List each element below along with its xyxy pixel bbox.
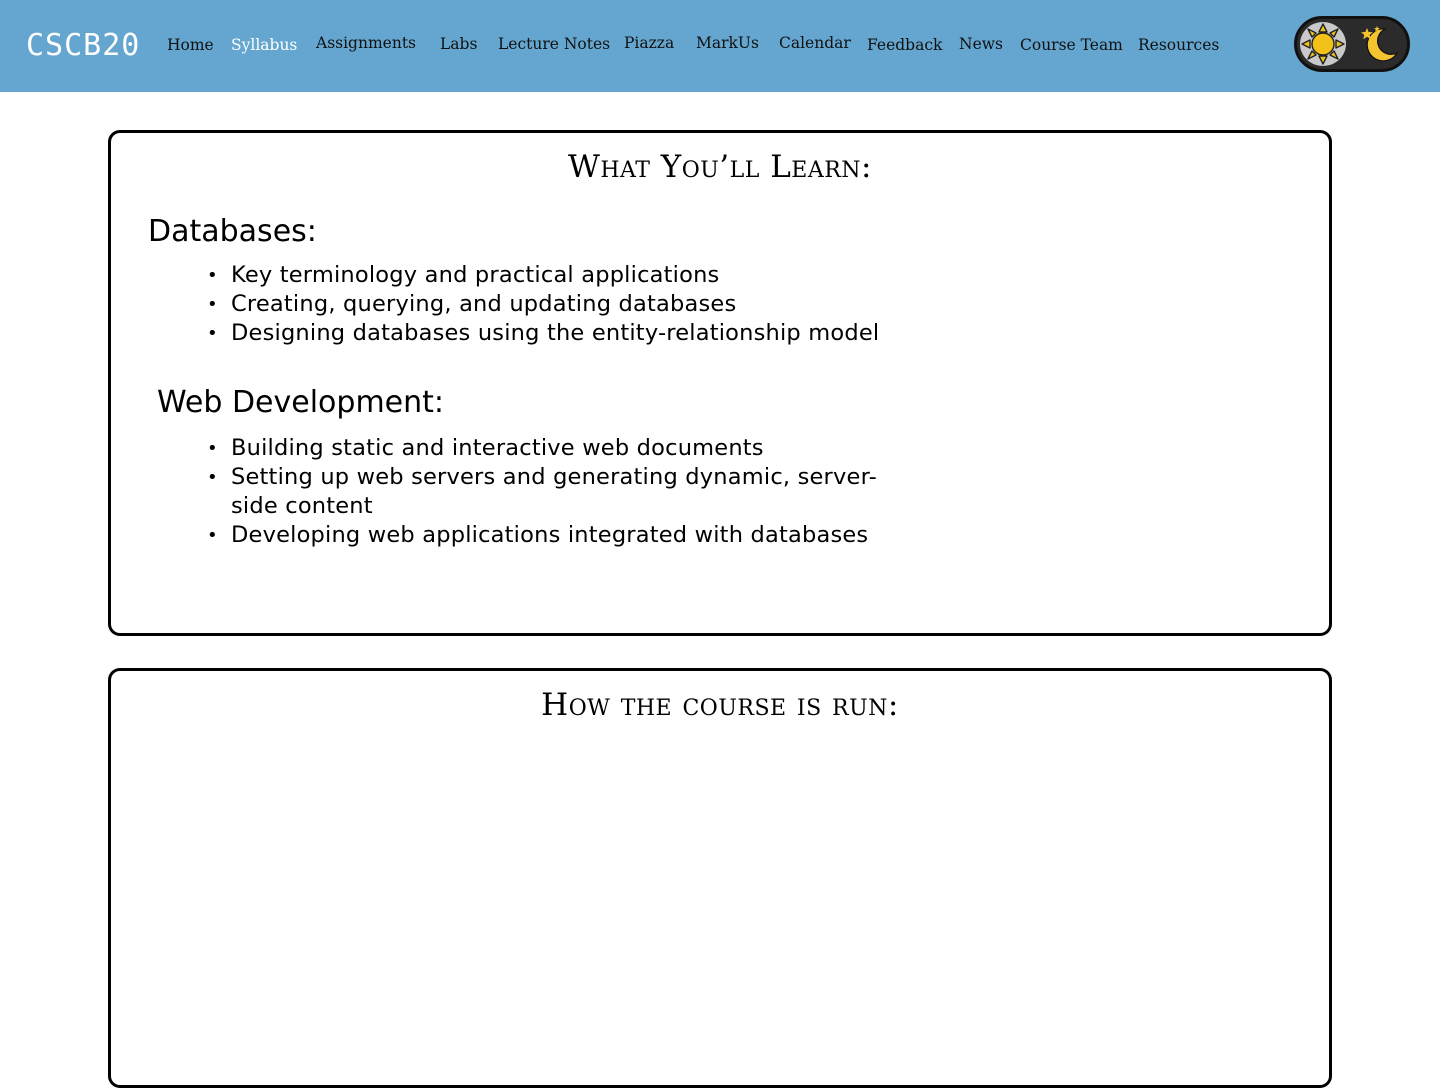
list-item: Setting up web servers and generating dy… xyxy=(207,463,907,521)
nav-link-lecture-notes[interactable]: Lecture Notes xyxy=(498,33,610,55)
learn-card: What You’ll Learn: Databases: Key termin… xyxy=(108,130,1332,636)
nav-link-news[interactable]: News xyxy=(959,33,1003,55)
databases-topic-list: Key terminology and practical applicatio… xyxy=(207,261,907,348)
nav-link-labs[interactable]: Labs xyxy=(440,33,477,55)
nav-link-markus[interactable]: MarkUs xyxy=(696,32,759,54)
sun-icon xyxy=(1300,22,1346,66)
list-item: Designing databases using the entity-rel… xyxy=(207,319,907,348)
web-development-heading: Web Development: xyxy=(157,385,445,420)
toggle-knob xyxy=(1300,22,1346,66)
nav-link-course-team[interactable]: Course Team xyxy=(1020,34,1123,56)
nav-link-syllabus[interactable]: Syllabus xyxy=(231,34,297,56)
nav-link-piazza[interactable]: Piazza xyxy=(624,32,674,54)
databases-heading: Databases: xyxy=(148,214,317,249)
nav-link-feedback[interactable]: Feedback xyxy=(867,34,942,56)
list-item: Key terminology and practical applicatio… xyxy=(207,261,907,290)
brand-logo[interactable]: CSCB20 xyxy=(26,28,140,64)
moon-icon xyxy=(1357,23,1401,67)
learn-card-title: What You’ll Learn: xyxy=(567,149,873,185)
top-navbar: CSCB20 Home Syllabus Assignments Labs Le… xyxy=(0,0,1440,92)
list-item: Building static and interactive web docu… xyxy=(207,434,907,463)
list-item: Creating, querying, and updating databas… xyxy=(207,290,907,319)
theme-toggle[interactable] xyxy=(1294,16,1410,72)
course-run-card: How the course is run: xyxy=(108,668,1332,1088)
course-run-card-title: How the course is run: xyxy=(541,687,899,723)
nav-link-resources[interactable]: Resources xyxy=(1138,34,1219,56)
nav-link-assignments[interactable]: Assignments xyxy=(316,32,416,54)
nav-link-calendar[interactable]: Calendar xyxy=(779,32,851,54)
web-development-topic-list: Building static and interactive web docu… xyxy=(207,434,907,550)
list-item: Developing web applications integrated w… xyxy=(207,521,907,550)
nav-link-home[interactable]: Home xyxy=(167,34,214,56)
